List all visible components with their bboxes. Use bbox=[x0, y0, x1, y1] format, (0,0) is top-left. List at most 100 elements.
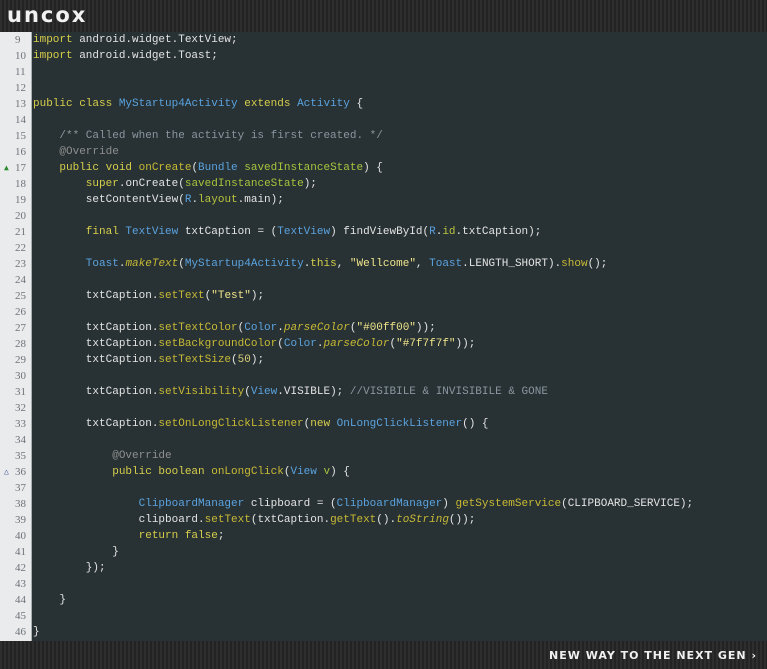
code-line[interactable]: 19 setContentView(R.layout.main); bbox=[0, 192, 767, 208]
code-text: Toast.makeText(MyStartup4Activity.this, … bbox=[33, 256, 608, 272]
line-number: 35 bbox=[15, 450, 26, 462]
code-line[interactable]: 40 return false; bbox=[0, 528, 767, 544]
code-text: final TextView txtCaption = (TextView) f… bbox=[33, 224, 542, 240]
code-line[interactable]: 33 txtCaption.setOnLongClickListener(new… bbox=[0, 416, 767, 432]
code-token: (txtCaption. bbox=[250, 514, 331, 526]
code-token: "#7f7f7f" bbox=[396, 338, 456, 350]
line-number: 41 bbox=[15, 546, 26, 558]
code-text: txtCaption.setVisibility(View.VISIBLE); … bbox=[33, 384, 548, 400]
code-line[interactable]: 45 bbox=[0, 608, 767, 624]
code-token: "Wellcome" bbox=[349, 258, 416, 270]
code-line[interactable]: 42 }); bbox=[0, 560, 767, 576]
code-text: public boolean onLongClick(View v) { bbox=[33, 464, 350, 480]
code-token: public void bbox=[33, 162, 139, 174]
code-line[interactable]: 28 txtCaption.setBackgroundColor(Color.p… bbox=[0, 336, 767, 352]
code-line[interactable]: 38 ClipboardManager clipboard = (Clipboa… bbox=[0, 496, 767, 512]
code-line[interactable]: 12 bbox=[0, 80, 767, 96]
code-text: @Override bbox=[33, 144, 118, 160]
code-token: 50 bbox=[237, 354, 251, 366]
code-line[interactable]: 21 final TextView txtCaption = (TextView… bbox=[0, 224, 767, 240]
code-line[interactable]: 25 txtCaption.setText("Test"); bbox=[0, 288, 767, 304]
code-line[interactable]: 16 @Override bbox=[0, 144, 767, 160]
line-number: 25 bbox=[15, 290, 26, 302]
code-line[interactable]: 43 bbox=[0, 576, 767, 592]
code-token: ( bbox=[277, 338, 284, 350]
code-token: setBackgroundColor bbox=[158, 338, 278, 350]
code-text: ClipboardManager clipboard = (ClipboardM… bbox=[33, 496, 694, 512]
code-line[interactable]: 13 public class MyStartup4Activity extend… bbox=[0, 96, 767, 112]
code-token: "#00ff00" bbox=[356, 322, 416, 334]
line-number: 23 bbox=[15, 258, 26, 270]
code-line[interactable]: △ 36 public boolean onLongClick(View v) { bbox=[0, 464, 767, 480]
code-token: ( bbox=[231, 354, 238, 366]
code-text: super.onCreate(savedInstanceState); bbox=[33, 176, 317, 192]
code-token: ); bbox=[250, 354, 265, 366]
code-token: //VISIBILE & INVISIBILE & GONE bbox=[349, 386, 548, 398]
code-token: View bbox=[290, 466, 317, 478]
implements-marker-icon[interactable]: △ bbox=[4, 464, 9, 480]
code-token: )); bbox=[415, 322, 436, 334]
code-line[interactable]: 15 /** Called when the activity is first… bbox=[0, 128, 767, 144]
code-token: ( bbox=[244, 386, 251, 398]
code-line[interactable]: 26 bbox=[0, 304, 767, 320]
code-line[interactable]: 30 bbox=[0, 368, 767, 384]
code-token: clipboard. bbox=[33, 514, 205, 526]
code-line[interactable]: 27 txtCaption.setTextColor (Color.parseCo… bbox=[0, 320, 767, 336]
code-line[interactable]: 23 Toast.makeText(MyStartup4Activity.thi… bbox=[0, 256, 767, 272]
code-editor[interactable]: 9 import android.widget.TextView; 10 import… bbox=[0, 32, 767, 641]
code-line[interactable]: 14 bbox=[0, 112, 767, 128]
line-number: 18 bbox=[15, 178, 26, 190]
code-line[interactable]: 18 super.onCreate(savedInstanceState); bbox=[0, 176, 767, 192]
code-line[interactable]: 44 } bbox=[0, 592, 767, 608]
code-text: txtCaption.setTextColor (Color.parseColor… bbox=[33, 320, 436, 336]
line-number: 15 bbox=[15, 130, 26, 142]
code-text: public void onCreate(Bundle savedInstanc… bbox=[33, 160, 383, 176]
code-line[interactable]: 10 import android.widget.Toast; bbox=[0, 48, 767, 64]
code-token: onCreate bbox=[138, 162, 192, 174]
code-line[interactable]: 29 txtCaption.setTextSize(50); bbox=[0, 352, 767, 368]
line-number: 29 bbox=[15, 354, 26, 366]
code-line[interactable]: 32 bbox=[0, 400, 767, 416]
code-token: this bbox=[310, 258, 337, 270]
code-text: txtCaption.setText("Test"); bbox=[33, 288, 264, 304]
code-token: makeText bbox=[125, 258, 179, 270]
line-number: 45 bbox=[15, 610, 26, 622]
code-line[interactable]: 39 clipboard.setText(txtCaption.getText(… bbox=[0, 512, 767, 528]
line-number: 20 bbox=[15, 210, 26, 222]
code-line[interactable]: 11 bbox=[0, 64, 767, 80]
line-number: 32 bbox=[15, 402, 26, 414]
code-token: import bbox=[33, 50, 73, 62]
code-line[interactable]: 46} bbox=[0, 624, 767, 640]
code-token: ); bbox=[303, 178, 317, 190]
code-line[interactable]: 35 @Override bbox=[0, 448, 767, 464]
code-line[interactable]: 9 import android.widget.TextView; bbox=[0, 32, 767, 48]
code-token: setOnLongClickListener bbox=[158, 418, 304, 430]
uncox-logo[interactable]: uncox bbox=[7, 3, 87, 27]
code-line[interactable]: 34 bbox=[0, 432, 767, 448]
code-token: txtCaption. bbox=[33, 322, 159, 334]
code-line[interactable]: 20 bbox=[0, 208, 767, 224]
override-marker-icon[interactable]: ▲ bbox=[4, 160, 9, 176]
code-token: final bbox=[33, 226, 126, 238]
line-number: 31 bbox=[15, 386, 26, 398]
code-token: ; bbox=[217, 530, 225, 542]
code-token: ()); bbox=[448, 514, 476, 526]
code-token: txtCaption. bbox=[33, 418, 159, 430]
line-number: 39 bbox=[15, 514, 26, 526]
code-line[interactable]: 41 } bbox=[0, 544, 767, 560]
line-number: 28 bbox=[15, 338, 26, 350]
code-token: { bbox=[349, 98, 364, 110]
line-number: 42 bbox=[15, 562, 26, 574]
code-line[interactable]: 37 bbox=[0, 480, 767, 496]
code-token: ) findViewById( bbox=[330, 226, 430, 238]
code-text: } bbox=[33, 592, 66, 608]
code-token: setVisibility bbox=[158, 386, 245, 398]
line-number: 44 bbox=[15, 594, 26, 606]
tagline-link[interactable]: NEW WAY TO THE NEXT GEN › bbox=[549, 649, 757, 662]
code-line[interactable]: 22 bbox=[0, 240, 767, 256]
code-line[interactable]: 24 bbox=[0, 272, 767, 288]
code-line[interactable]: 31 txtCaption.setVisibility(View.VISIBLE… bbox=[0, 384, 767, 400]
code-token: setContentView( bbox=[33, 194, 185, 206]
code-token: import bbox=[33, 34, 73, 46]
code-line[interactable]: ▲ 17 public void onCreate(Bundle savedIns… bbox=[0, 160, 767, 176]
